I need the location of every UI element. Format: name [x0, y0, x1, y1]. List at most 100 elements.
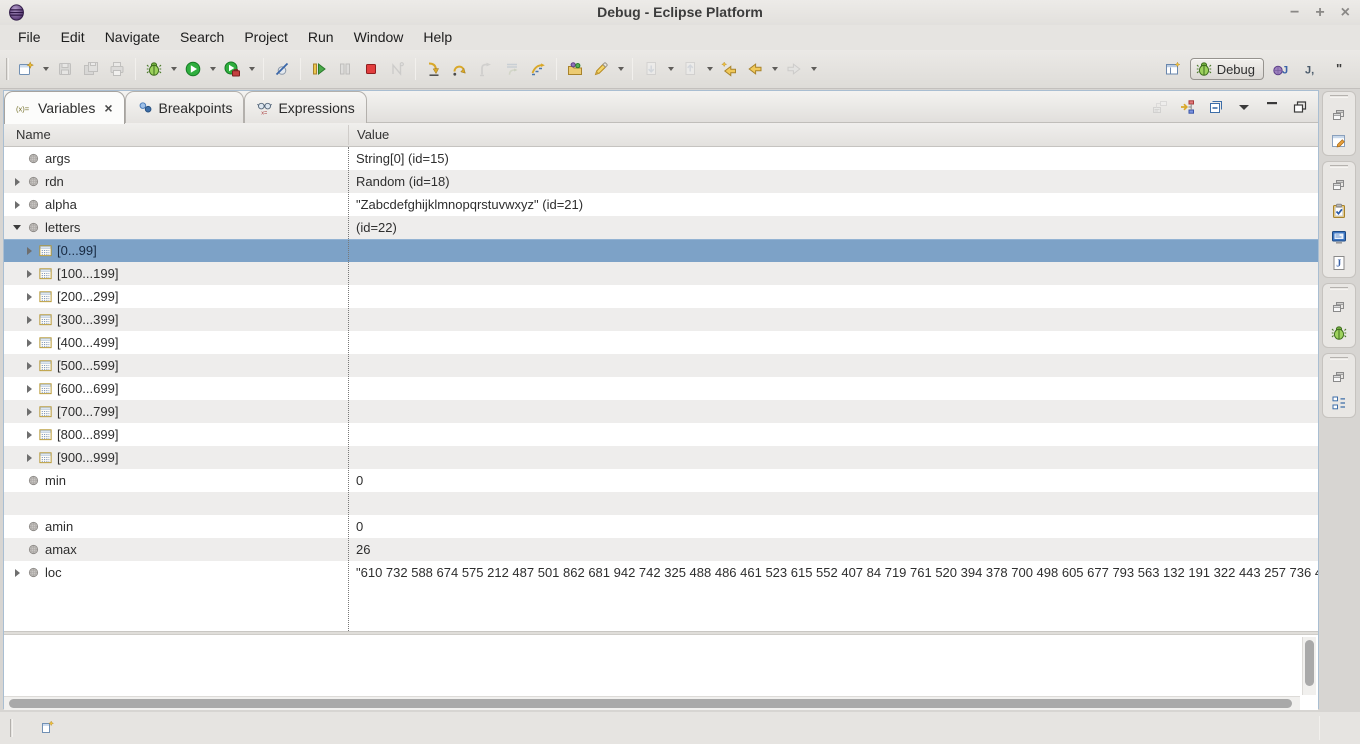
run-external-button[interactable] [219, 57, 245, 81]
restore-view-button[interactable] [1328, 175, 1350, 195]
expand-collapsed-icon[interactable] [10, 201, 24, 209]
menu-file[interactable]: File [8, 25, 51, 50]
expand-collapsed-icon[interactable] [22, 247, 36, 255]
show-type-names-button[interactable] [1178, 97, 1198, 117]
table-row[interactable]: alpha"Zabcdefghijklmnopqrstuvwxyz" (id=2… [4, 193, 1318, 216]
expand-collapsed-icon[interactable] [22, 431, 36, 439]
table-row[interactable]: [200...299] [4, 285, 1318, 308]
run-external-dropdown[interactable] [245, 57, 258, 81]
drag-handle[interactable] [1330, 287, 1348, 290]
perspective-debug-button[interactable]: Debug [1190, 58, 1264, 80]
step-over-button[interactable] [447, 57, 473, 81]
open-perspective-button[interactable] [1160, 57, 1186, 81]
outline-view-button[interactable] [1328, 393, 1350, 413]
expand-collapsed-icon[interactable] [10, 569, 24, 577]
table-row[interactable]: letters(id=22) [4, 216, 1318, 239]
back-button[interactable] [742, 57, 768, 81]
restore-view-button[interactable] [1328, 367, 1350, 387]
resume-button[interactable] [306, 57, 332, 81]
expand-collapsed-icon[interactable] [22, 339, 36, 347]
expand-collapsed-icon[interactable] [22, 408, 36, 416]
menu-project[interactable]: Project [234, 25, 298, 50]
view-menu-button[interactable] [1234, 97, 1254, 117]
table-row[interactable]: argsString[0] (id=15) [4, 147, 1318, 170]
table-row[interactable]: [900...999] [4, 446, 1318, 469]
restore-view-button[interactable] [1328, 105, 1350, 125]
console-view-button[interactable] [1328, 227, 1350, 247]
minimize-button[interactable]: − [1290, 0, 1299, 25]
open-element-button[interactable] [562, 57, 588, 81]
fast-view-icon[interactable] [40, 719, 60, 739]
menu-run[interactable]: Run [298, 25, 344, 50]
tab-expressions[interactable]: x=Expressions [244, 91, 366, 123]
table-row[interactable]: amax26 [4, 538, 1318, 561]
column-header-name[interactable]: Name [16, 123, 51, 147]
vertical-scroll-thumb[interactable] [1305, 640, 1314, 686]
table-row[interactable]: [0...99] [4, 239, 1318, 262]
javadoc-view-button[interactable]: J [1328, 253, 1350, 273]
menu-edit[interactable]: Edit [51, 25, 95, 50]
table-row[interactable]: [800...899] [4, 423, 1318, 446]
skip-breakpoints-button[interactable] [269, 57, 295, 81]
expand-collapsed-icon[interactable] [22, 293, 36, 301]
horizontal-scroll-thumb[interactable] [9, 699, 1292, 708]
table-row[interactable]: [300...399] [4, 308, 1318, 331]
debug-dropdown[interactable] [167, 57, 180, 81]
back-dropdown[interactable] [768, 57, 781, 81]
drag-handle[interactable] [1330, 357, 1348, 360]
editor-view-button[interactable] [1328, 131, 1350, 151]
tasks-view-button[interactable] [1328, 201, 1350, 221]
next-annotation-dropdown[interactable] [664, 57, 677, 81]
expand-collapsed-icon[interactable] [22, 316, 36, 324]
collapse-all-button[interactable] [1206, 97, 1226, 117]
detail-horizontal-scrollbar[interactable] [4, 696, 1300, 710]
table-row[interactable]: [400...499] [4, 331, 1318, 354]
menu-window[interactable]: Window [344, 25, 414, 50]
column-divider[interactable] [348, 125, 349, 145]
terminate-button[interactable] [358, 57, 384, 81]
table-row[interactable]: amin0 [4, 515, 1318, 538]
menu-search[interactable]: Search [170, 25, 234, 50]
expand-collapsed-icon[interactable] [22, 454, 36, 462]
drag-handle[interactable] [1330, 95, 1348, 98]
menu-navigate[interactable]: Navigate [95, 25, 170, 50]
new-wizard-button[interactable] [13, 57, 39, 81]
debug-view-button[interactable] [1328, 323, 1350, 343]
java-browsing-button[interactable]: J, [1298, 57, 1324, 81]
run-dropdown[interactable] [206, 57, 219, 81]
forward-dropdown[interactable] [807, 57, 820, 81]
restore-view-button[interactable] [1328, 297, 1350, 317]
close-icon[interactable]: × [104, 100, 112, 116]
step-filters-button[interactable] [525, 57, 551, 81]
expand-collapsed-icon[interactable] [10, 178, 24, 186]
drag-handle[interactable] [1330, 165, 1348, 168]
step-into-button[interactable] [421, 57, 447, 81]
minimize-view-button[interactable] [1262, 97, 1282, 117]
last-edit-location-button[interactable] [716, 57, 742, 81]
java-perspective-button[interactable]: J [1268, 57, 1294, 81]
table-row[interactable]: [700...799] [4, 400, 1318, 423]
highlighter-dropdown[interactable] [614, 57, 627, 81]
table-row[interactable]: min0 [4, 469, 1318, 492]
column-header-value[interactable]: Value [357, 123, 389, 147]
table-row[interactable]: [100...199] [4, 262, 1318, 285]
expand-collapsed-icon[interactable] [22, 385, 36, 393]
maximize-view-button[interactable] [1290, 97, 1310, 117]
highlighter-button[interactable] [588, 57, 614, 81]
detail-pane[interactable] [4, 634, 1318, 710]
table-row[interactable]: loc"610 732 588 674 575 212 487 501 862 … [4, 561, 1318, 584]
tab-variables[interactable]: (x)=Variables× [4, 91, 125, 124]
prev-annotation-dropdown[interactable] [703, 57, 716, 81]
expand-collapsed-icon[interactable] [22, 362, 36, 370]
detail-vertical-scrollbar[interactable] [1302, 637, 1316, 695]
menu-help[interactable]: Help [413, 25, 462, 50]
table-row[interactable]: [600...699] [4, 377, 1318, 400]
expand-collapsed-icon[interactable] [22, 270, 36, 278]
tab-breakpoints[interactable]: Breakpoints [125, 91, 245, 123]
debug-button[interactable] [141, 57, 167, 81]
table-row[interactable]: [500...599] [4, 354, 1318, 377]
maximize-button[interactable]: + [1315, 0, 1324, 25]
quote-button[interactable]: " [1328, 57, 1354, 81]
close-button[interactable]: × [1341, 0, 1350, 25]
table-row[interactable]: rdnRandom (id=18) [4, 170, 1318, 193]
